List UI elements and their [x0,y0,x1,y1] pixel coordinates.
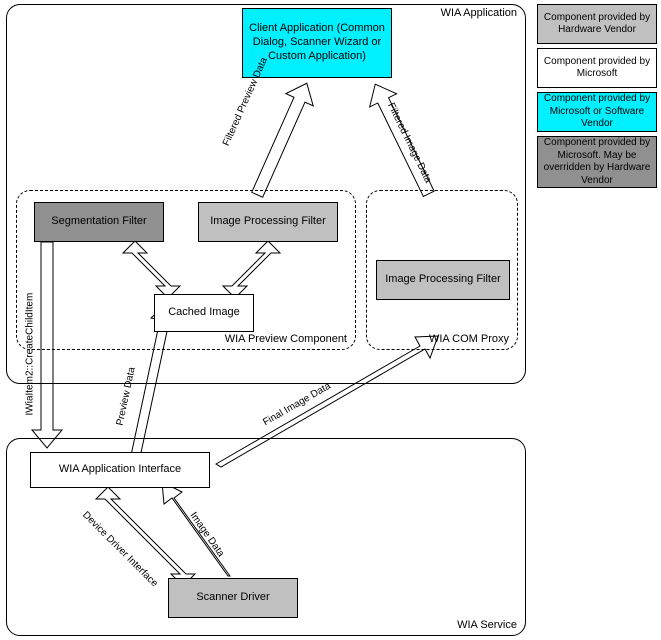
legend-microsoft: Component provided by Microsoft [537,48,657,88]
node-ipf-proxy: Image Processing Filter [376,260,510,300]
node-scanner-driver: Scanner Driver [168,578,298,618]
legend-ms-overridable: Component provided by Microsoft. May be … [537,136,657,188]
label-create-child-item: IWiaItem2::CreateChildItem [25,293,36,416]
region-label-wia-service: WIA Service [457,619,517,631]
region-label-wia-com-proxy: WIA COM Proxy [429,333,509,345]
node-ipf-preview: Image Processing Filter [198,202,338,242]
label-final-image-data: Final Image Data [261,381,332,429]
region-label-wia-preview: WIA Preview Component [225,333,347,345]
legend-ms-or-sw-vendor: Component provided by Microsoft or Softw… [537,92,657,132]
node-segmentation-filter: Segmentation Filter [34,202,164,242]
node-cached-image: Cached Image [154,294,254,332]
node-wia-application-interface: WIA Application Interface [30,452,210,488]
legend: Component provided by Hardware Vendor Co… [537,4,657,192]
region-label-wia-application: WIA Application [441,7,517,19]
legend-hw-vendor: Component provided by Hardware Vendor [537,4,657,44]
